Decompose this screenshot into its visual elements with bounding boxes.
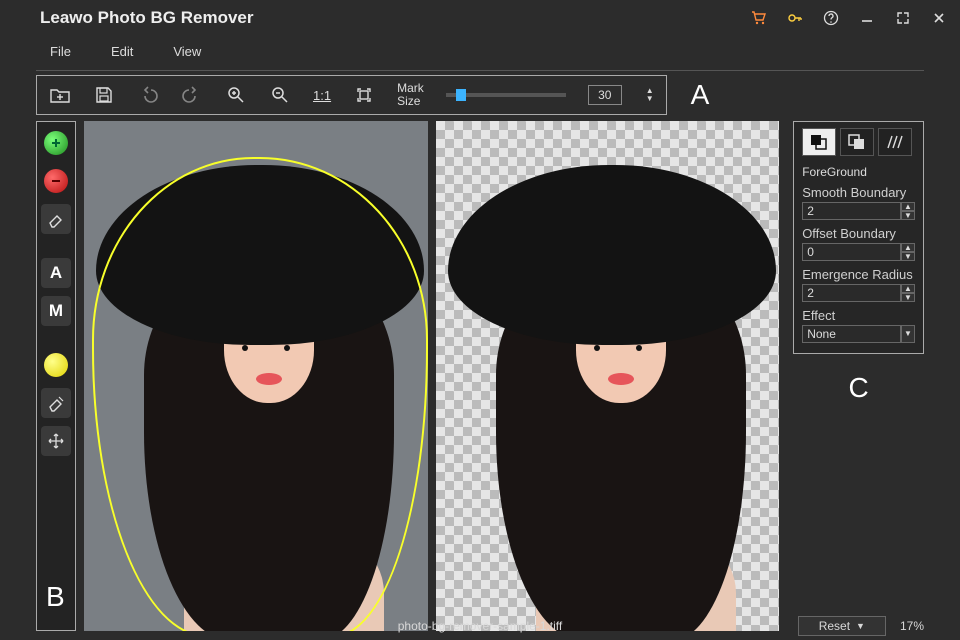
figure-mark-2 (636, 345, 642, 351)
help-icon[interactable] (822, 9, 840, 27)
app-title: Leawo Photo BG Remover (40, 8, 253, 28)
offset-boundary-label: Offset Boundary (802, 226, 915, 241)
effect-label: Effect (802, 308, 915, 323)
move-button[interactable] (41, 426, 71, 456)
mark-size-spinner[interactable]: ▲ ▼ (646, 87, 654, 103)
annotation-b: B (46, 581, 65, 613)
minimize-icon[interactable] (858, 9, 876, 27)
mark-size-label-line2: Size (397, 95, 424, 108)
eraser-button[interactable] (41, 204, 71, 234)
redo-button[interactable] (181, 84, 203, 106)
chevron-up-icon[interactable]: ▲ (901, 202, 915, 211)
offset-boundary-spinner[interactable]: ▲▼ (901, 243, 915, 261)
mark-size-slider-thumb[interactable] (456, 89, 466, 101)
maximize-icon[interactable] (894, 9, 912, 27)
chevron-down-icon: ▼ (856, 621, 865, 631)
chevron-down-icon[interactable]: ▼ (901, 252, 915, 261)
figure-hat (448, 165, 776, 345)
auto-mode-button[interactable]: A (41, 258, 71, 288)
tab-foreground[interactable] (802, 128, 836, 156)
mark-background-button[interactable] (44, 169, 68, 193)
top-toolbar: 1:1 Mark Size 30 ▲ ▼ (36, 75, 667, 115)
right-panel-tabs (802, 128, 915, 156)
chevron-down-icon[interactable]: ▼ (901, 211, 915, 220)
smooth-boundary-input[interactable]: 2 (802, 202, 901, 220)
effect-dropdown-arrow[interactable]: ▼ (901, 325, 915, 343)
menu-bar: File Edit View (0, 36, 960, 66)
original-canvas[interactable] (84, 121, 428, 631)
filename-label: photo-bg-remover-sample-1.tiff (398, 619, 563, 633)
reset-button[interactable]: Reset ▼ (798, 616, 886, 636)
menu-view[interactable]: View (173, 44, 201, 59)
tab-edges[interactable] (878, 128, 912, 156)
smooth-boundary-label: Smooth Boundary (802, 185, 915, 200)
outline-toggle-button[interactable] (44, 353, 68, 377)
reset-button-label: Reset (819, 619, 850, 633)
mark-size-slider[interactable] (446, 93, 566, 97)
zoom-level-label: 17% (900, 619, 924, 633)
key-icon[interactable] (786, 9, 804, 27)
figure-hat (96, 165, 424, 345)
left-toolbar: A M (36, 121, 76, 631)
mark-foreground-button[interactable] (44, 131, 68, 155)
right-panel-section-title: ForeGround (802, 165, 867, 179)
effect-select[interactable]: None (802, 325, 901, 343)
chevron-up-icon[interactable]: ▲ (901, 284, 915, 293)
smooth-boundary-spinner[interactable]: ▲▼ (901, 202, 915, 220)
title-bar: Leawo Photo BG Remover (0, 0, 960, 36)
result-canvas[interactable] (436, 121, 780, 631)
annotation-c: C (793, 372, 924, 404)
emergence-radius-spinner[interactable]: ▲▼ (901, 284, 915, 302)
fit-screen-button[interactable] (353, 84, 375, 106)
emergence-radius-input[interactable]: 2 (802, 284, 901, 302)
mark-size-label: Mark Size (397, 82, 424, 108)
work-area: A M B (0, 121, 960, 631)
menu-file[interactable]: File (50, 44, 71, 59)
manual-mode-button[interactable]: M (41, 296, 71, 326)
chevron-down-icon[interactable]: ▼ (901, 293, 915, 302)
tab-background[interactable] (840, 128, 874, 156)
zoom-out-button[interactable] (269, 84, 291, 106)
title-bar-right (750, 9, 948, 27)
close-icon[interactable] (930, 9, 948, 27)
emergence-radius-label: Emergence Radius (802, 267, 915, 282)
chevron-down-icon[interactable]: ▼ (901, 325, 915, 343)
menu-edit[interactable]: Edit (111, 44, 133, 59)
right-panel: ForeGround Smooth Boundary 2 ▲▼ Offset B… (793, 121, 924, 631)
top-toolbar-area: 1:1 Mark Size 30 ▲ ▼ A (0, 71, 960, 121)
annotation-a: A (691, 79, 710, 111)
offset-boundary-input[interactable]: 0 (802, 243, 901, 261)
undo-button[interactable] (137, 84, 159, 106)
figure-mark-1 (594, 345, 600, 351)
save-button[interactable] (93, 84, 115, 106)
cart-icon[interactable] (750, 9, 768, 27)
clear-marks-button[interactable] (41, 388, 71, 418)
status-bar: photo-bg-remover-sample-1.tiff Reset ▼ 1… (0, 614, 960, 640)
right-panel-box: ForeGround Smooth Boundary 2 ▲▼ Offset B… (793, 121, 924, 354)
actual-size-button[interactable]: 1:1 (313, 84, 331, 106)
add-file-button[interactable] (49, 84, 71, 106)
zoom-in-button[interactable] (225, 84, 247, 106)
mark-size-value[interactable]: 30 (588, 85, 622, 105)
mark-size-down-icon[interactable]: ▼ (646, 95, 654, 103)
chevron-up-icon[interactable]: ▲ (901, 243, 915, 252)
